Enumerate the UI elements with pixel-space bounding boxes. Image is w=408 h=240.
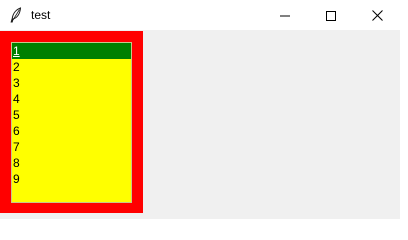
- feather-icon: [9, 7, 23, 23]
- list-item-label: 1: [13, 44, 20, 58]
- listbox[interactable]: 1 2 3 4 5 6 7 8 9: [11, 42, 132, 203]
- list-item[interactable]: 2: [12, 59, 131, 75]
- list-item[interactable]: 9: [12, 171, 131, 187]
- close-icon: [371, 10, 383, 21]
- list-item[interactable]: 8: [12, 155, 131, 171]
- list-item-label: 6: [13, 124, 20, 138]
- list-item-label: 7: [13, 140, 20, 154]
- list-item[interactable]: 7: [12, 139, 131, 155]
- minimize-button[interactable]: [262, 0, 308, 31]
- list-item[interactable]: 1: [12, 43, 131, 59]
- title-bar[interactable]: test: [0, 0, 400, 31]
- window-title: test: [31, 8, 51, 22]
- list-item-label: 3: [13, 76, 20, 90]
- minimize-icon: [280, 15, 290, 16]
- client-area: 1 2 3 4 5 6 7 8 9: [0, 31, 400, 219]
- app-window: test 1 2 3 4 5 6 7 8 9: [0, 0, 400, 219]
- list-item-label: 8: [13, 156, 20, 170]
- list-item-label: 9: [13, 172, 20, 186]
- maximize-icon: [326, 10, 336, 21]
- list-item[interactable]: 3: [12, 75, 131, 91]
- maximize-button[interactable]: [308, 0, 354, 31]
- list-item[interactable]: 5: [12, 107, 131, 123]
- list-item[interactable]: 6: [12, 123, 131, 139]
- list-item-label: 2: [13, 60, 20, 74]
- list-item-label: 5: [13, 108, 20, 122]
- list-item[interactable]: 4: [12, 91, 131, 107]
- close-button[interactable]: [354, 0, 400, 31]
- listbox-frame: 1 2 3 4 5 6 7 8 9: [0, 31, 143, 213]
- list-item-label: 4: [13, 92, 20, 106]
